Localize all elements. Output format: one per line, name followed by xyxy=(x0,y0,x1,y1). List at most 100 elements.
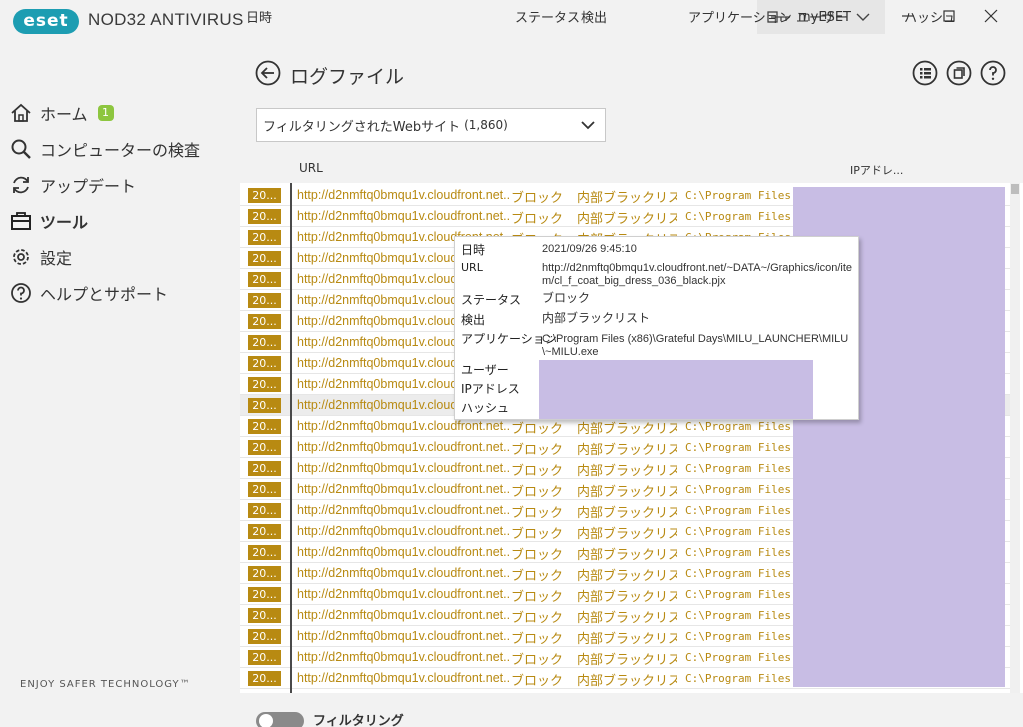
toggle-knob[interactable] xyxy=(259,714,273,727)
detection-cell: 内部ブラックリスト xyxy=(577,548,677,563)
url-cell: http://d2nmftq0bmqu1v.cloudfront.net... xyxy=(297,629,509,643)
column-header-status[interactable]: ステータス xyxy=(515,7,580,26)
tooltip-value-url: http://d2nmftq0bmqu1v.cloudfront.net/~DA… xyxy=(542,262,852,287)
application-cell: C:\Program Files (x... xyxy=(685,210,793,223)
application-cell: C:\Program Files (x... xyxy=(685,525,793,538)
application-cell: C:\Program Files (x... xyxy=(685,420,793,433)
column-header-hash[interactable]: ハッシュ xyxy=(904,7,956,26)
date-cell: 20... xyxy=(248,188,281,203)
url-cell: http://d2nmftq0bmqu1v.cloudfront.net... xyxy=(297,671,509,685)
column-header-ip[interactable]: IPアドレ... xyxy=(850,162,903,178)
sidebar-item-label: ヘルプとサポート xyxy=(40,285,169,304)
redacted-region xyxy=(539,360,813,419)
detection-cell: 内部ブラックリスト xyxy=(577,527,677,542)
date-cell: 20... xyxy=(248,209,281,224)
date-cell: 20... xyxy=(248,650,281,665)
detection-cell: 内部ブラックリスト xyxy=(577,569,677,584)
help-icon[interactable] xyxy=(980,60,1006,86)
application-cell: C:\Program Files (x... xyxy=(685,672,793,685)
sidebar-item-label: アップデート xyxy=(40,177,137,196)
date-cell: 20... xyxy=(248,251,281,266)
column-header-application[interactable]: アプリケーション xyxy=(688,7,792,26)
sidebar-item-tools[interactable]: ツール xyxy=(10,208,88,234)
date-cell: 20... xyxy=(248,293,281,308)
sidebar-item-label: 設定 xyxy=(40,249,73,268)
column-header-date[interactable]: 日時 xyxy=(246,7,272,26)
application-cell: C:\Program Files (x... xyxy=(685,483,793,496)
date-cell: 20... xyxy=(248,524,281,539)
column-divider xyxy=(290,183,292,693)
tooltip-value-application: C:\Program Files (x86)\Grateful Days\MIL… xyxy=(542,333,849,358)
status-cell: ブロック xyxy=(511,485,564,500)
date-cell: 20... xyxy=(248,419,281,434)
status-cell: ブロック xyxy=(511,674,564,689)
date-cell: 20... xyxy=(248,545,281,560)
sidebar-item-home[interactable]: ホーム 1 xyxy=(10,100,114,126)
date-cell: 20... xyxy=(248,608,281,623)
status-cell: ブロック xyxy=(511,527,564,542)
url-cell: http://d2nmftq0bmqu1v.cloudfront.net... xyxy=(297,566,509,580)
application-cell: C:\Program Files (x... xyxy=(685,189,793,202)
close-icon xyxy=(984,9,998,23)
date-cell: 20... xyxy=(248,356,281,371)
list-view-icon[interactable] xyxy=(912,60,938,86)
chevron-down-icon xyxy=(581,121,595,130)
sidebar-item-help[interactable]: ヘルプとサポート xyxy=(10,280,168,306)
tooltip-value-status: ブロック xyxy=(542,291,591,305)
tooltip-value-date: 2021/09/26 9:45:10 xyxy=(542,243,637,255)
sidebar-item-label: コンピューターの検査 xyxy=(40,141,201,160)
back-arrow-icon[interactable] xyxy=(255,60,281,86)
date-cell: 20... xyxy=(248,587,281,602)
url-cell: http://d2nmftq0bmqu1v.cloudfront.net... xyxy=(297,419,509,433)
application-cell: C:\Program Files (x... xyxy=(685,504,793,517)
log-count: (1,860) xyxy=(464,118,508,132)
footer-tagline: ENJOY SAFER TECHNOLOGY™ xyxy=(20,679,191,690)
table-header xyxy=(240,153,1023,183)
column-header-user[interactable]: ユーザー xyxy=(796,7,848,26)
log-type-dropdown[interactable]: フィルタリングされたWebサイト (1,860) xyxy=(256,108,606,142)
status-cell: ブロック xyxy=(511,422,564,437)
url-cell: http://d2nmftq0bmqu1v.cloudfront.net... xyxy=(297,545,509,559)
refresh-icon xyxy=(13,176,29,194)
application-cell: C:\Program Files (x... xyxy=(685,651,793,664)
detection-cell: 内部ブラックリスト xyxy=(577,485,677,500)
date-cell: 20... xyxy=(248,377,281,392)
tooltip-label-ip: IPアドレス xyxy=(461,382,520,396)
column-header-detection[interactable]: 検出 xyxy=(581,7,607,26)
gear-icon xyxy=(13,249,29,265)
status-cell: ブロック xyxy=(511,590,564,605)
column-header-url[interactable]: URL xyxy=(299,161,323,175)
tooltip-label-url: URL xyxy=(461,261,483,274)
application-cell: C:\Program Files (x... xyxy=(685,567,793,580)
application-cell: C:\Program Files (x... xyxy=(685,546,793,559)
filtering-label: フィルタリング xyxy=(313,714,404,727)
date-cell: 20... xyxy=(248,461,281,476)
tooltip-label-hash: ハッシュ xyxy=(461,401,510,415)
log-type-label: フィルタリングされたWebサイト xyxy=(263,119,461,135)
status-cell: ブロック xyxy=(511,212,564,227)
vertical-scrollbar[interactable] xyxy=(1010,183,1020,693)
tooltip-label-date: 日時 xyxy=(461,243,486,257)
status-cell: ブロック xyxy=(511,506,564,521)
sidebar-item-label: ツール xyxy=(40,213,89,232)
sidebar-item-computer-scan[interactable]: コンピューターの検査 xyxy=(10,136,200,162)
date-cell: 20... xyxy=(248,335,281,350)
scrollbar-thumb[interactable] xyxy=(1011,184,1019,194)
url-cell: http://d2nmftq0bmqu1v.cloudfront.net... xyxy=(297,482,509,496)
row-detail-tooltip: 日時 2021/09/26 9:45:10 URL http://d2nmftq… xyxy=(454,236,859,420)
status-cell: ブロック xyxy=(511,653,564,668)
url-cell: http://d2nmftq0bmqu1v.cloudfront.net... xyxy=(297,587,509,601)
sidebar-item-update[interactable]: アップデート xyxy=(10,172,136,198)
url-cell: http://d2nmftq0bmqu1v.cloudfront.net... xyxy=(297,209,509,223)
sidebar-item-settings[interactable]: 設定 xyxy=(10,244,72,270)
app-title: NOD32 ANTIVIRUS xyxy=(88,10,244,29)
detection-cell: 内部ブラックリスト xyxy=(577,464,677,479)
copy-icon[interactable] xyxy=(946,60,972,86)
chevron-down-icon xyxy=(856,13,870,21)
search-icon xyxy=(11,139,31,159)
detection-cell: 内部ブラックリスト xyxy=(577,590,677,605)
application-cell: C:\Program Files (x... xyxy=(685,630,793,643)
url-cell: http://d2nmftq0bmqu1v.cloudfront.net... xyxy=(297,503,509,517)
detection-cell: 内部ブラックリスト xyxy=(577,506,677,521)
close-button[interactable] xyxy=(976,4,1006,28)
